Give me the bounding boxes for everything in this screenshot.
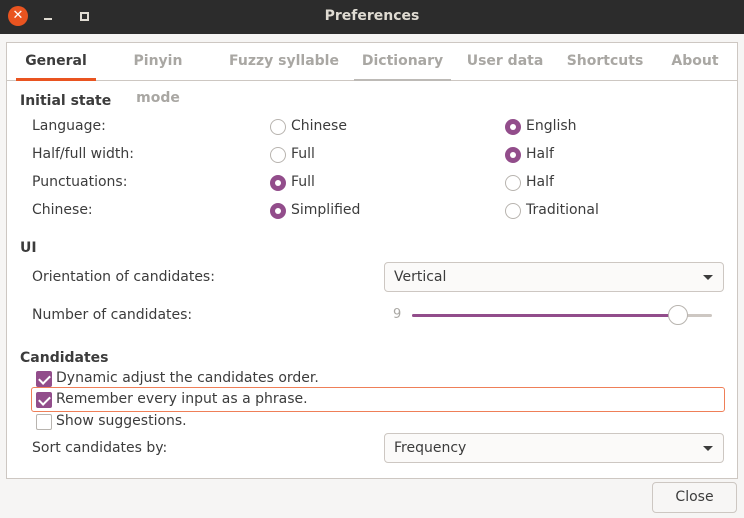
chevron-down-icon [703,446,713,451]
language-label: Language: [32,118,106,134]
window-title: Preferences [324,8,420,24]
punctuations-label: Punctuations: [32,174,128,190]
chevron-down-icon [703,275,713,280]
tab-dictionary[interactable]: Dictionary [354,43,451,81]
remember-phrase-checkbox[interactable] [36,392,52,408]
sort-candidates-dropdown[interactable]: Frequency [384,433,724,463]
punctuation-half-label[interactable]: Half [526,174,554,190]
number-of-candidates-value: 9 [393,307,402,322]
show-suggestions-label[interactable]: Show suggestions. [56,413,187,429]
tab-user-data[interactable]: User data [463,43,547,80]
sort-candidates-label: Sort candidates by: [32,440,168,456]
show-suggestions-checkbox[interactable] [36,414,52,430]
preferences-notebook: General Pinyin mode Fuzzy syllable Dicti… [6,42,738,479]
chinese-traditional-radio[interactable] [505,203,521,219]
candidates-slider-fill [412,314,679,317]
punctuation-full-radio[interactable] [270,175,286,191]
candidates-slider-track[interactable] [412,314,712,317]
tab-shortcuts[interactable]: Shortcuts [563,43,647,80]
remember-phrase-label[interactable]: Remember every input as a phrase. [56,391,308,407]
dynamic-adjust-label[interactable]: Dynamic adjust the candidates order. [56,370,319,386]
orientation-dropdown[interactable]: Vertical [384,262,724,292]
orientation-value: Vertical [394,269,447,285]
initial-state-heading: Initial state [20,93,112,109]
candidates-heading: Candidates [20,350,109,366]
half-full-width-label: Half/full width: [32,146,134,162]
dynamic-adjust-checkbox[interactable] [36,371,52,387]
chinese-traditional-label[interactable]: Traditional [526,202,599,218]
width-full-radio[interactable] [270,147,286,163]
tab-general[interactable]: General [16,43,96,81]
width-half-label[interactable]: Half [526,146,554,162]
chinese-label: Chinese: [32,202,93,218]
title-bar: ✕ Preferences [0,0,744,34]
language-english-label[interactable]: English [526,118,577,134]
language-english-radio[interactable] [505,119,521,135]
tab-about[interactable]: About [663,43,727,80]
chinese-simplified-label[interactable]: Simplified [291,202,360,218]
language-chinese-radio[interactable] [270,119,286,135]
chinese-simplified-radio[interactable] [270,203,286,219]
tab-bar: General Pinyin mode Fuzzy syllable Dicti… [7,43,737,106]
tab-fuzzy-syllable[interactable]: Fuzzy syllable [228,43,340,80]
orientation-label: Orientation of candidates: [32,269,215,285]
width-full-label[interactable]: Full [291,146,315,162]
punctuation-half-radio[interactable] [505,175,521,191]
language-chinese-label[interactable]: Chinese [291,118,347,134]
width-half-radio[interactable] [505,147,521,163]
tab-pinyin-mode[interactable]: Pinyin mode [110,43,206,106]
punctuation-full-label[interactable]: Full [291,174,315,190]
sort-value: Frequency [394,440,467,456]
close-button[interactable]: Close [652,482,737,513]
ui-heading: UI [20,240,37,256]
number-of-candidates-label: Number of candidates: [32,307,193,323]
candidates-slider-handle[interactable] [668,305,688,325]
